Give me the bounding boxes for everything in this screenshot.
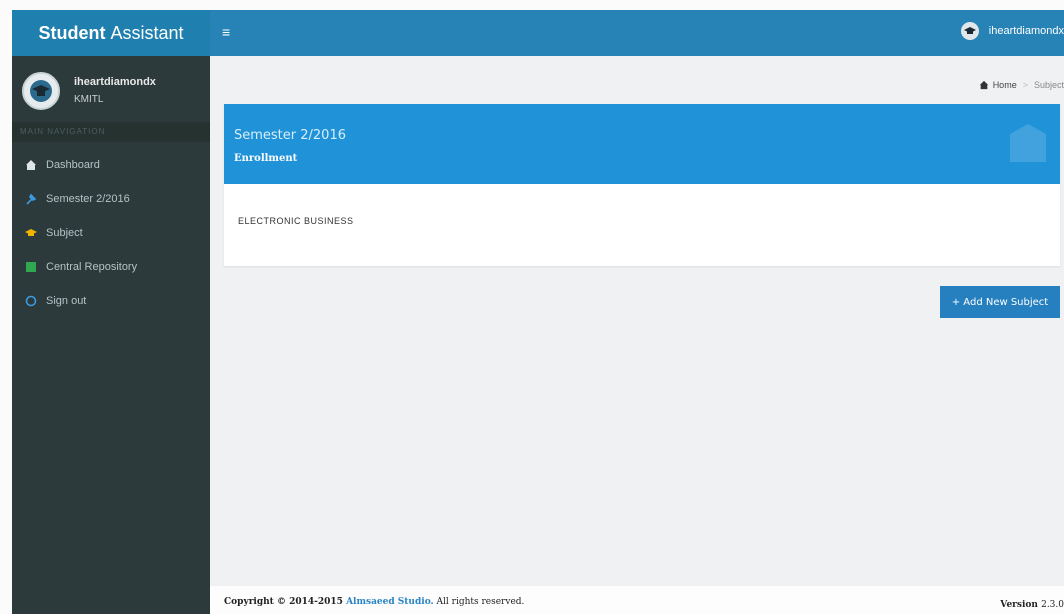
graduation-cap-icon [963,27,976,34]
brand-bold: Student [38,22,106,43]
user-org: KMITL [74,94,104,105]
semester-box-header: Semester 2/2016 Enrollment [224,104,1060,184]
dashboard-icon [24,158,38,172]
square-icon [24,260,38,274]
sidebar-item-central-repository[interactable]: Central Repository [12,250,210,284]
user-panel: iheartdiamondx KMITL [12,56,210,116]
main-content: Home > Subject Semester 2/2016 Enrollmen… [210,56,1064,586]
sidebar-item-label: Dashboard [46,159,100,171]
semester-title: Semester 2/2016 [234,128,346,143]
subject-item[interactable]: ELECTRONIC BUSINESS [224,184,1060,226]
menu-toggle-icon[interactable]: ≡ [222,24,230,40]
sidebar-nav: Dashboard Semester 2/2016 Subject Centra… [12,148,210,318]
enrollment-label: Enrollment [234,153,298,164]
sidebar-item-label: Sign out [46,295,87,307]
breadcrumb-separator: > [1022,80,1028,90]
sidebar: Student Assistant iheartdiamondx KMITL M… [12,10,210,614]
add-new-subject-button[interactable]: + Add New Subject [940,286,1060,318]
semester-box: Semester 2/2016 Enrollment ELECTRONIC BU… [224,104,1060,266]
version-label: Version [1000,600,1042,610]
top-user-name: iheartdiamondx [988,25,1064,37]
circle-icon [24,294,38,308]
copyright-suffix: All rights reserved. [433,597,525,607]
pin-icon [24,192,38,206]
top-navbar: ≡ iheartdiamondx [210,10,1064,56]
version-number: 2.3.0 [1041,600,1064,610]
sidebar-item-sign-out[interactable]: Sign out [12,284,210,318]
copyright: Copyright © 2014-2015 Almsaeed Studio. A… [224,597,524,607]
avatar [22,72,60,110]
graduation-icon [24,226,38,240]
brand-rest: Assistant [110,22,184,43]
envelope-icon [1010,124,1046,162]
sidebar-item-label: Subject [46,227,83,239]
user-name: iheartdiamondx [74,76,156,88]
sidebar-item-label: Central Repository [46,261,138,273]
sidebar-item-semester[interactable]: Semester 2/2016 [12,182,210,216]
graduation-cap-icon [30,80,52,102]
brand-logo[interactable]: Student Assistant [12,10,210,56]
copyright-prefix: Copyright © 2014-2015 [224,597,347,607]
footer: Copyright © 2014-2015 Almsaeed Studio. A… [210,586,1064,614]
nav-header: MAIN NAVIGATION [12,122,210,142]
sidebar-item-label: Semester 2/2016 [46,193,130,205]
studio-link[interactable]: Almsaeed Studio. [346,597,434,607]
avatar-small [960,22,979,40]
breadcrumb-current: Subject [1033,80,1064,90]
sidebar-item-dashboard[interactable]: Dashboard [12,148,210,182]
dashboard-icon [979,80,988,90]
user-menu[interactable]: iheartdiamondx [960,22,1064,40]
sidebar-item-subject[interactable]: Subject [12,216,210,250]
breadcrumb-home[interactable]: Home [993,80,1017,90]
breadcrumb: Home > Subject [979,80,1064,90]
version: Version 2.3.0 [1000,600,1064,610]
